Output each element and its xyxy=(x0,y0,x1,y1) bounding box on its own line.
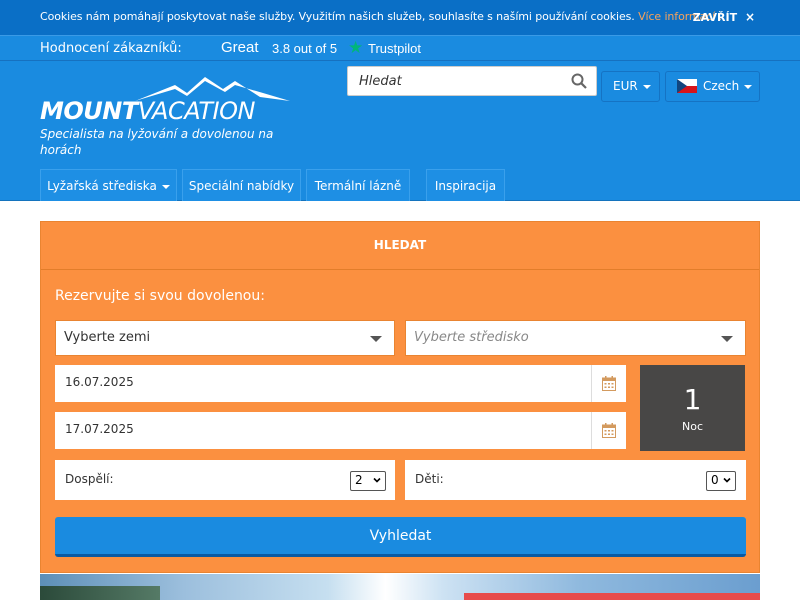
nav-item-label: Speciální nabídky xyxy=(188,179,295,193)
logo-wordmark: MOUNTVACATION xyxy=(40,97,255,125)
chevron-down-icon xyxy=(373,477,381,483)
resort-select[interactable]: Vyberte středisko xyxy=(405,320,746,356)
nav-item-label: Lyžařská střediska xyxy=(47,179,157,193)
country-select-value: Vyberte zemi xyxy=(64,330,151,345)
chevron-down-icon xyxy=(723,477,731,483)
trustpilot-score[interactable]: 3.8 out of 5 xyxy=(272,41,337,56)
cookie-text: Cookies nám pomáhají poskytovat naše slu… xyxy=(40,10,729,23)
search-input[interactable] xyxy=(348,67,558,95)
promo-banner-red[interactable] xyxy=(464,593,760,600)
adults-value: 2 xyxy=(355,473,363,487)
nights-label: Noc xyxy=(681,420,703,433)
nav-item-label: Inspiracija xyxy=(434,179,497,193)
language-label: Czech xyxy=(703,79,740,93)
children-field: Děti: 0 xyxy=(405,460,746,500)
trustpilot-logo[interactable]: Trustpilot xyxy=(368,41,421,56)
adults-select[interactable]: 2 xyxy=(350,471,386,491)
dropdown-arrow-icon xyxy=(370,336,382,342)
nights-counter: 1 Noc xyxy=(640,365,745,451)
cookie-close-button[interactable]: ZAVŘÍT × xyxy=(693,10,755,24)
calendar-icon xyxy=(602,376,616,391)
close-icon: × xyxy=(744,10,755,24)
logo-thin: VACATION xyxy=(137,97,256,125)
search-box xyxy=(347,66,597,96)
site-logo[interactable]: MOUNTVACATION xyxy=(40,75,290,125)
booking-form: HLEDAT Rezervujte si svou dovolenou: Vyb… xyxy=(40,221,760,573)
nav-item-thermal-spas[interactable]: Termální lázně xyxy=(306,169,410,201)
trustpilot-star-icon: ★ xyxy=(348,38,364,58)
chevron-down-icon xyxy=(642,84,651,89)
chevron-down-icon xyxy=(744,84,753,89)
logo-bold: MOUNT xyxy=(40,97,138,125)
cookie-close-label: ZAVŘÍT xyxy=(692,11,738,24)
nav-item-special-offers[interactable]: Speciální nabídky xyxy=(182,169,301,201)
site-header: Hodnocení zákazníků: Great 3.8 out of 5 … xyxy=(0,35,800,201)
nav-item-label: Termální lázně xyxy=(314,179,402,193)
search-icon[interactable] xyxy=(571,73,587,89)
calendar-icon xyxy=(602,423,616,438)
date-to-value: 17.07.2025 xyxy=(65,422,134,436)
date-from-value: 16.07.2025 xyxy=(65,375,134,389)
nights-count: 1 xyxy=(683,383,702,416)
resort-select-placeholder: Vyberte středisko xyxy=(414,330,529,345)
chevron-down-icon xyxy=(161,184,170,189)
rating-label: Hodnocení zákazníků: xyxy=(40,41,182,56)
currency-label: EUR xyxy=(613,79,638,93)
booking-subtitle: Rezervujte si svou dovolenou: xyxy=(55,288,265,304)
country-select[interactable]: Vyberte zemi xyxy=(55,320,395,356)
trustpilot-rating-word[interactable]: Great xyxy=(221,39,259,56)
children-value: 0 xyxy=(711,473,719,487)
promo-image-trees xyxy=(40,586,160,600)
date-to-calendar-button[interactable] xyxy=(591,412,626,449)
children-label: Děti: xyxy=(415,472,444,486)
children-select[interactable]: 0 xyxy=(706,471,736,491)
adults-label: Dospělí: xyxy=(65,472,114,486)
date-from-calendar-button[interactable] xyxy=(591,365,626,402)
language-dropdown[interactable]: Czech xyxy=(665,71,760,102)
adults-field: Dospělí: 2 xyxy=(55,460,395,500)
cookie-message: Cookies nám pomáhají poskytovat naše slu… xyxy=(40,10,635,23)
czech-flag-icon xyxy=(677,78,697,93)
date-to-field[interactable]: 17.07.2025 xyxy=(55,412,626,449)
nav-item-inspiration[interactable]: Inspiracija xyxy=(426,169,505,201)
search-submit-button[interactable]: Vyhledat xyxy=(55,517,746,557)
nav-item-ski-resorts[interactable]: Lyžařská střediska xyxy=(40,169,177,201)
customer-rating-bar: Hodnocení zákazníků: Great 3.8 out of 5 … xyxy=(0,35,800,61)
booking-header: HLEDAT xyxy=(41,222,759,270)
dropdown-arrow-icon xyxy=(721,336,733,342)
site-tagline: Specialista na lyžování a dovolenou na h… xyxy=(40,127,274,157)
currency-dropdown[interactable]: EUR xyxy=(601,71,660,102)
date-from-field[interactable]: 16.07.2025 xyxy=(55,365,626,402)
cookie-bar: Cookies nám pomáhají poskytovat naše slu… xyxy=(0,0,800,35)
